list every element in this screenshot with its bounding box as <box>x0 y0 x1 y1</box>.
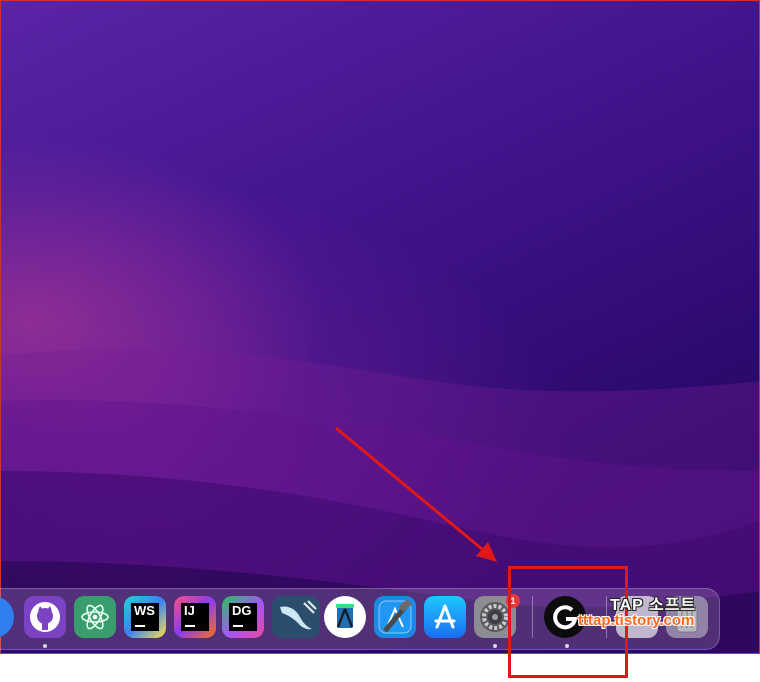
watermark-url: tttap.tistory.com <box>578 612 695 629</box>
annotation-arrow <box>335 426 497 562</box>
